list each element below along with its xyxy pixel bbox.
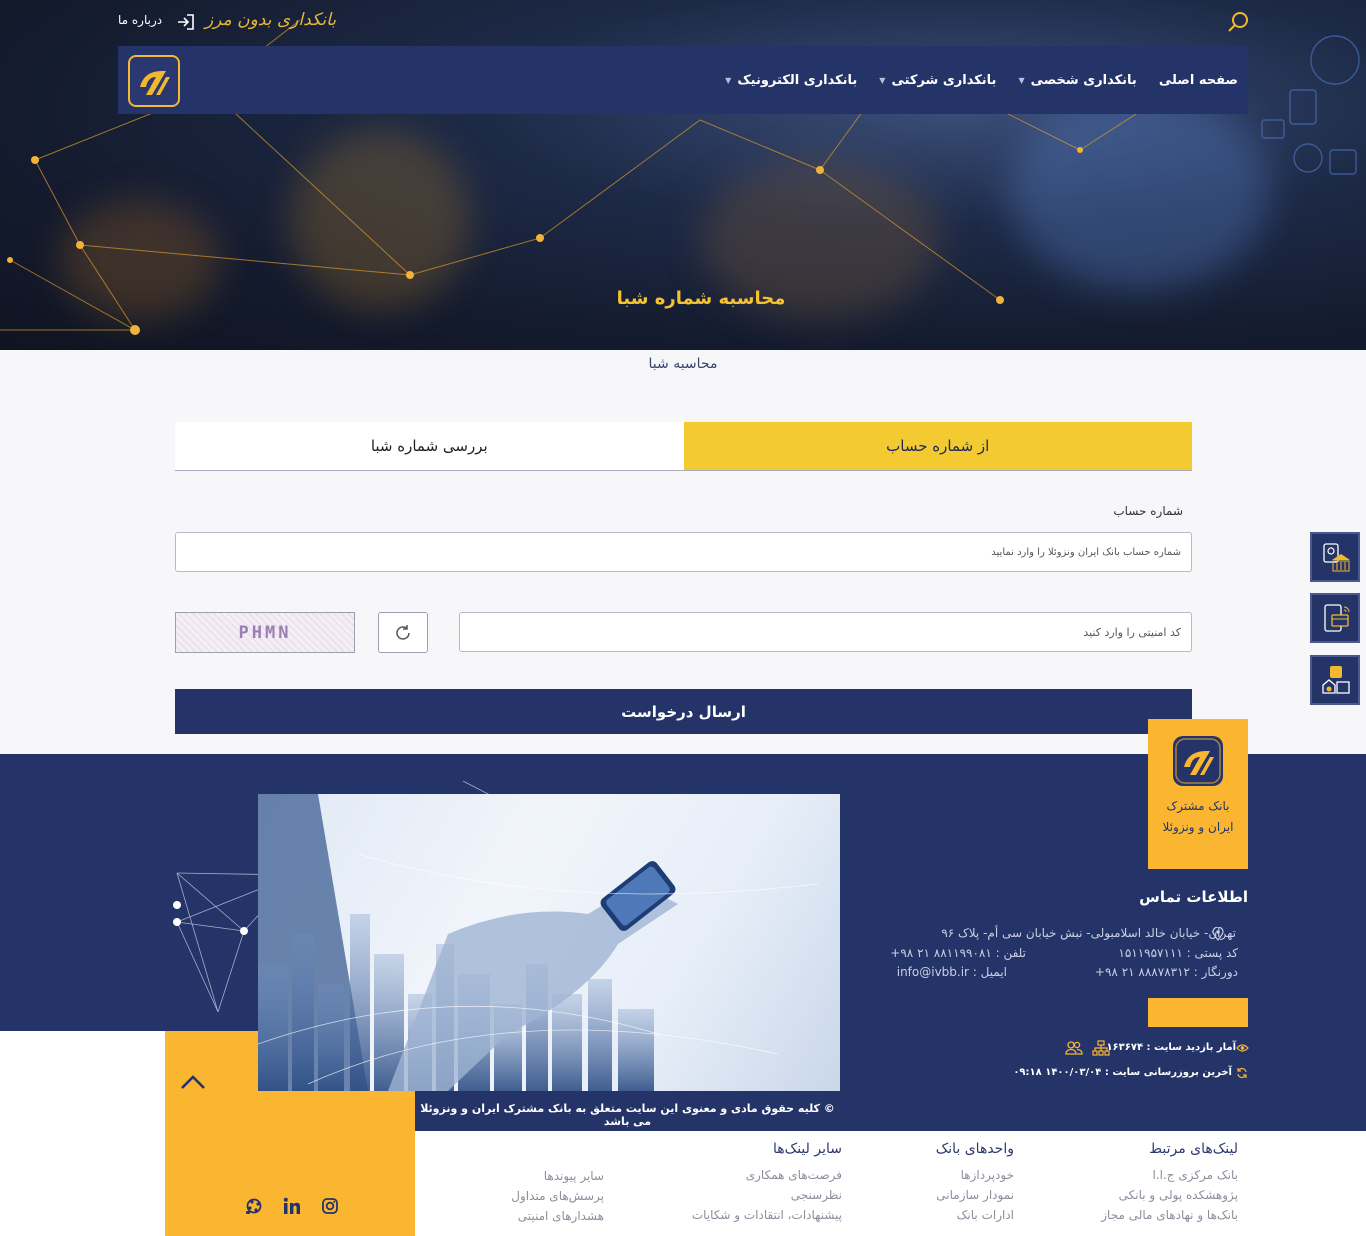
users-icon (1065, 1041, 1083, 1055)
phone-text: تلفن : ۸۸۱۱۹۹۰۸۱ ۲۱ ۹۸+ (890, 946, 1026, 960)
nav-personal-banking[interactable]: بانکداری شخصی ▼ (1018, 73, 1136, 88)
footer-column-title: لینک‌های مرتبط (1149, 1141, 1238, 1157)
footer-column-title: سایر لینک‌ها (773, 1141, 842, 1157)
footer-hand-phone-image (258, 794, 840, 1091)
contact-title: اطلاعات تماس (1139, 888, 1248, 906)
location-pin-icon (1212, 927, 1224, 941)
footer-link[interactable]: سایر پیوندها (511, 1166, 604, 1186)
chevron-down-icon: ▼ (1018, 75, 1025, 85)
footer-column-title (511, 1141, 604, 1158)
footer-brand-name: بانک مشترک ایران و ونزوئلا (1162, 799, 1234, 834)
footer-links-related: لینک‌های مرتبط بانک مرکزی ج.ا.ا پژوهشکده… (1101, 1141, 1238, 1225)
exchange-icon (1322, 666, 1350, 694)
chevron-down-icon: ▼ (879, 75, 886, 85)
footer-link[interactable]: پرسش‌های متداول (511, 1186, 604, 1206)
tab-bar: از شماره حساب بررسی شماره شبا (175, 422, 1192, 471)
nav-menu: صفحه اصلی بانکداری شخصی ▼ بانکداری شرکتی ▼… (725, 46, 1238, 114)
linkedin-icon[interactable] (282, 1196, 302, 1216)
nav-home[interactable]: صفحه اصلی (1159, 73, 1238, 88)
last-update-text: آخرین بروزرسانی سایت : ۱۴۰۰/۰۳/۰۴ ۰۹:۱۸ (1013, 1067, 1232, 1078)
refresh-icon (396, 624, 410, 640)
tab-check-sheba[interactable]: بررسی شماره شبا (175, 422, 684, 470)
refresh-captcha-button[interactable] (378, 612, 428, 653)
slogan-text: بانکداری بدون مرز (205, 10, 337, 30)
footer-link[interactable]: پیشنهادات، انتقادات و شکایات (692, 1205, 842, 1225)
account-number-input[interactable] (175, 532, 1192, 572)
eye-icon (1236, 1044, 1249, 1052)
footer-links-other: سایر لینک‌ها فرصت‌های همکاری نظرسنجی پیش… (692, 1141, 842, 1225)
email-text[interactable]: ایمیل : info@ivbb.ir (897, 965, 1007, 979)
sync-icon (1237, 1067, 1247, 1079)
captcha-image: PHMN (175, 612, 355, 653)
social-links (244, 1196, 340, 1216)
footer-link[interactable]: خودپردازها (936, 1165, 1014, 1185)
login-icon[interactable] (176, 12, 196, 32)
nav-corporate-banking[interactable]: بانکداری شرکتی ▼ (879, 73, 996, 88)
footer-link[interactable]: ادارات بانک (936, 1205, 1014, 1225)
visit-stats-text: آمار بازدید سایت : ۱۶۳۶۷۴ (1106, 1042, 1236, 1053)
address-text: تهران- خیابان خالد اسلامبولی- نبش خیابان… (941, 926, 1236, 940)
footer-link[interactable]: بانک مرکزی ج.ا.ا (1101, 1165, 1238, 1185)
bank-logo[interactable] (128, 55, 180, 107)
search-icon[interactable] (1226, 10, 1250, 34)
postal-code-text: کد پستی : ۱۵۱۱۹۵۷۱۱۱ (1118, 946, 1238, 960)
aparat-icon[interactable] (244, 1196, 264, 1216)
hero-banner: بانکداری بدون مرز درباره ما صفحه اصلی با… (0, 0, 1366, 350)
account-number-label: شماره حساب (1113, 504, 1183, 518)
footer-yellow-bar (1148, 998, 1248, 1027)
quick-link-exchange[interactable] (1310, 655, 1360, 705)
submit-request-button[interactable]: ارسال درخواست (175, 689, 1192, 734)
chevron-down-icon: ▼ (725, 75, 732, 85)
arrow-up-icon[interactable] (179, 1072, 207, 1092)
nav-electronic-banking[interactable]: بانکداری الکترونیک ▼ (725, 73, 857, 88)
main-navbar: صفحه اصلی بانکداری شخصی ▼ بانکداری شرکتی ▼… (118, 46, 1248, 114)
about-us-link[interactable]: درباره ما (118, 13, 162, 27)
footer-link[interactable]: نمودار سازمانی (936, 1185, 1014, 1205)
footer-brand-card: بانک مشترک ایران و ونزوئلا (1148, 719, 1248, 869)
footer-link[interactable]: فرصت‌های همکاری (692, 1165, 842, 1185)
quick-link-mobile-payment[interactable] (1310, 593, 1360, 643)
breadcrumb: محاسبه شبا (648, 356, 718, 372)
page-title: محاسبه شماره شبا (616, 288, 786, 309)
footer-links-units: واحدهای بانک خودپردازها نمودار سازمانی ا… (936, 1141, 1014, 1225)
footer-links-misc: سایر پیوندها پرسش‌های متداول هشدارهای ام… (511, 1141, 604, 1226)
footer-link[interactable]: هشدارهای امنیتی (511, 1206, 604, 1226)
footer-column-title: واحدهای بانک (935, 1141, 1014, 1157)
bank-building-icon (1323, 543, 1350, 572)
quick-link-bank-services[interactable] (1310, 532, 1360, 582)
copyright-text: © کلیه حقوق مادی و معنوی این سایت متعلق … (420, 1102, 835, 1128)
footer-link[interactable]: نظرسنجی (692, 1185, 842, 1205)
captcha-input[interactable] (459, 612, 1192, 652)
instagram-icon[interactable] (320, 1196, 340, 1216)
footer-bank-logo[interactable] (1173, 736, 1223, 786)
mobile-card-icon (1324, 604, 1350, 632)
fax-text: دورنگار : ۸۸۸۷۸۳۱۲ ۲۱ ۹۸+ (1094, 965, 1238, 979)
tab-from-account[interactable]: از شماره حساب (683, 422, 1192, 470)
footer-link[interactable]: پژوهشکده پولی و بانکی (1101, 1185, 1238, 1205)
footer-link[interactable]: بانک‌ها و نهادهای مالی مجاز (1101, 1205, 1238, 1225)
top-bar: بانکداری بدون مرز درباره ما (0, 0, 1366, 46)
